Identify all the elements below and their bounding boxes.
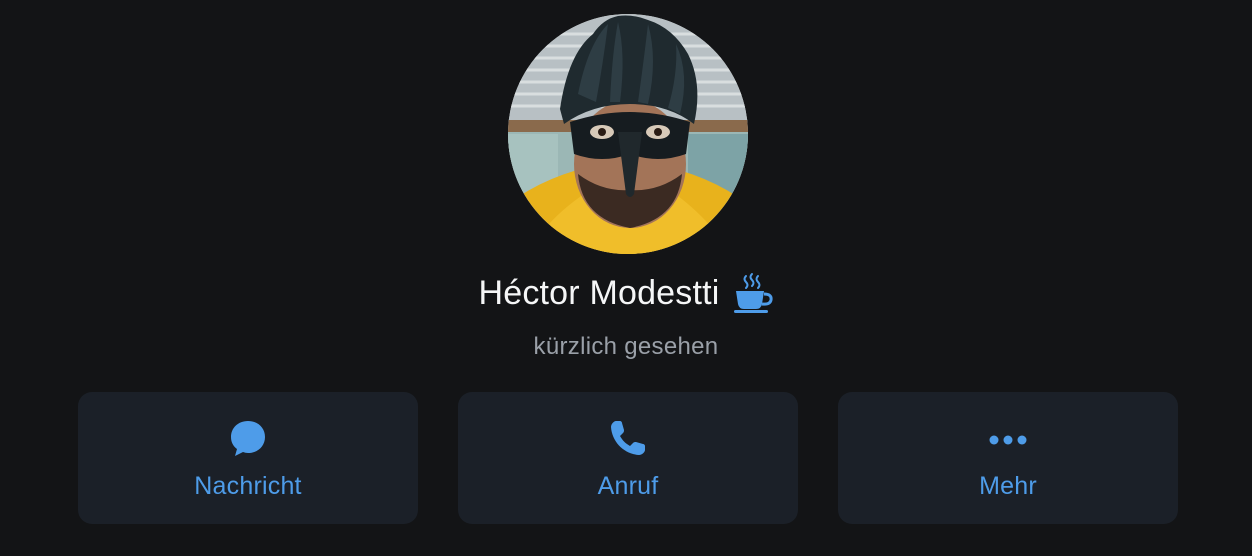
more-button-label: Mehr <box>979 472 1037 500</box>
call-button-label: Anruf <box>597 472 659 500</box>
profile-name: Héctor Modestti <box>478 273 720 312</box>
message-button-label: Nachricht <box>194 472 302 500</box>
last-seen-status: kürzlich gesehen <box>533 333 719 360</box>
more-dots-icon <box>989 435 1027 445</box>
phone-icon <box>611 421 645 455</box>
message-button[interactable]: Nachricht <box>78 392 418 524</box>
hot-beverage-icon[interactable] <box>732 272 774 314</box>
message-bubble-icon <box>231 421 265 456</box>
avatar[interactable] <box>508 14 748 254</box>
profile-name-row: Héctor Modestti <box>0 272 1252 314</box>
call-button[interactable]: Anruf <box>458 392 798 524</box>
more-button[interactable]: Mehr <box>838 392 1178 524</box>
